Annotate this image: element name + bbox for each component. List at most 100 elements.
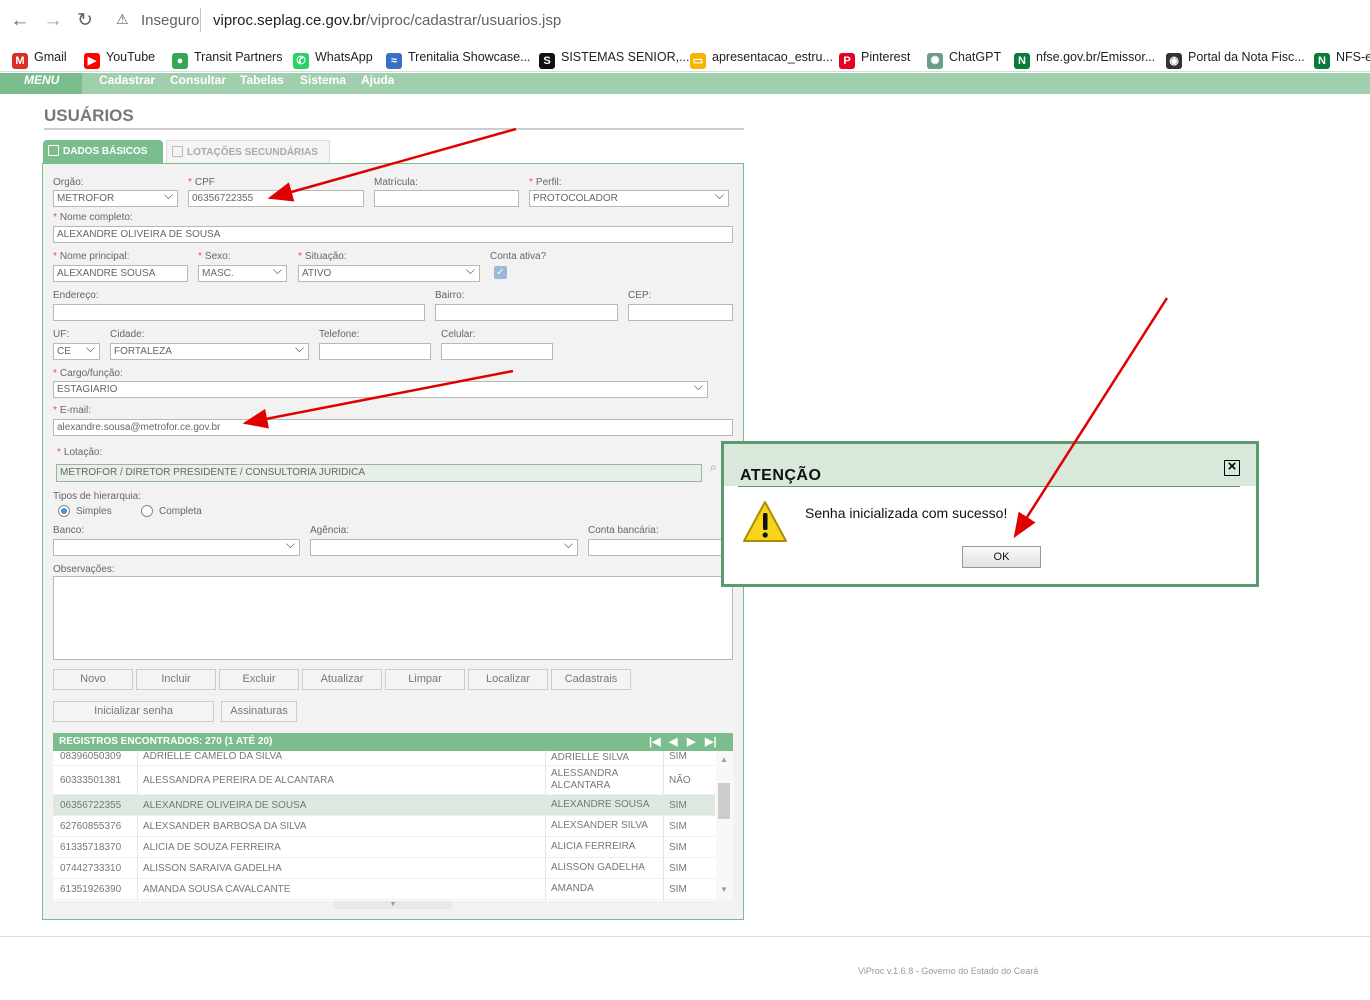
atualizar-button[interactable]: Atualizar (302, 669, 382, 690)
globe-icon: ◉ (1166, 53, 1182, 69)
menu-home[interactable]: MENU (0, 73, 82, 94)
email-field[interactable]: alexandre.sousa@metrofor.ce.gov.br (53, 419, 733, 436)
next-page-icon[interactable]: ▶ (687, 733, 695, 751)
cell-ativo: NÃO (669, 775, 691, 786)
scroll-down-icon[interactable]: ▼ (720, 885, 728, 894)
observacoes-label: Observações: (53, 564, 115, 575)
endereco-field[interactable] (53, 304, 425, 321)
limpar-button[interactable]: Limpar (385, 669, 465, 690)
bookmark-item[interactable]: ▭ apresentacao_estru... (690, 48, 833, 69)
bookmark-item[interactable]: S SISTEMAS SENIOR,... (539, 48, 690, 69)
menu-cadastrar[interactable]: Cadastrar (99, 73, 155, 88)
cep-field[interactable] (628, 304, 733, 321)
edit-icon (172, 146, 183, 157)
security-label[interactable]: Inseguro (141, 12, 199, 29)
agencia-select[interactable] (310, 539, 578, 556)
cadastrais-button[interactable]: Cadastrais (551, 669, 631, 690)
conta-ativa-checkbox[interactable]: ✓ (494, 266, 507, 279)
footer-text: ViProc v.1.6.8 - Governo do Estado do Ce… (858, 966, 1039, 976)
orgao-select[interactable]: METROFOR (53, 190, 178, 207)
warning-icon[interactable]: ⚠ (116, 11, 129, 28)
cpf-label-text: CPF (194, 177, 215, 188)
table-row[interactable]: 07442733310 ALISSON SARAIVA GADELHA ALISSO… (53, 858, 715, 879)
email-label: * E-mail: (53, 405, 92, 416)
inicializar-senha-button[interactable]: Inicializar senha (53, 701, 214, 722)
search-icon[interactable]: ⌕ (710, 460, 717, 475)
back-icon[interactable]: ← (9, 10, 31, 32)
first-page-icon[interactable]: |◀ (649, 733, 661, 751)
tab-label: LOTAÇÕES SECUNDÁRIAS (187, 147, 318, 158)
bookmark-item[interactable]: P Pinterest (839, 48, 910, 69)
table-row[interactable]: 06356722355 ALEXANDRE OLIVEIRA DE SOUSA AL… (53, 795, 715, 816)
scroll-thumb[interactable] (718, 783, 730, 819)
forward-icon[interactable]: → (42, 10, 64, 32)
bookmark-item[interactable]: ≈ Trenitalia Showcase... (386, 48, 531, 69)
tab-lotacoes-secundarias[interactable]: LOTAÇÕES SECUNDÁRIAS (166, 140, 330, 163)
menu-ajuda[interactable]: Ajuda (361, 73, 394, 88)
lotacao-field[interactable]: METROFOR / DIRETOR PRESIDENTE / CONSULTO… (56, 464, 702, 482)
bairro-field[interactable] (435, 304, 618, 321)
cpf-field[interactable]: 06356722355 (188, 190, 364, 207)
grid-scrollbar[interactable]: ▲ ▼ (716, 751, 733, 901)
menu-consultar[interactable]: Consultar (170, 73, 226, 88)
menu-tabelas[interactable]: Tabelas (240, 73, 284, 88)
conta-bancaria-field[interactable] (588, 539, 733, 556)
cidade-label: Cidade: (110, 329, 145, 340)
observacoes-textarea[interactable] (53, 576, 733, 660)
nome-principal-field[interactable]: ALEXANDRE SOUSA (53, 265, 188, 282)
bookmark-item[interactable]: ◉ Portal da Nota Fisc... (1166, 48, 1305, 69)
cidade-select[interactable]: FORTALEZA (110, 343, 309, 360)
nome-completo-field[interactable]: ALEXANDRE OLIVEIRA DE SOUSA (53, 226, 733, 243)
hierarquia-label: Tipos de hierarquia: (53, 491, 142, 502)
records-count: REGISTROS ENCONTRADOS: 270 (1 ATÉ 20) (59, 736, 273, 747)
situacao-select[interactable]: ATIVO (298, 265, 480, 282)
localizar-button[interactable]: Localizar (468, 669, 548, 690)
table-row[interactable]: 60333501381 ALESSANDRA PEREIRA DE ALCANTA… (53, 766, 715, 795)
whatsapp-icon: ✆ (293, 53, 309, 69)
banco-select[interactable] (53, 539, 300, 556)
assinaturas-button[interactable]: Assinaturas (221, 701, 297, 722)
prev-page-icon[interactable]: ◀ (669, 733, 677, 751)
cargo-select[interactable]: ESTAGIARIO (53, 381, 708, 398)
bookmark-item[interactable]: ✆ WhatsApp (293, 48, 373, 69)
bookmark-item[interactable]: M Gmail (12, 48, 67, 69)
perfil-select[interactable]: PROTOCOLADOR (529, 190, 729, 207)
sexo-select[interactable]: MASC. (198, 265, 287, 282)
telefone-field[interactable] (319, 343, 431, 360)
excluir-button[interactable]: Excluir (219, 669, 299, 690)
bookmark-item[interactable]: ✺ ChatGPT (927, 48, 1001, 69)
uf-select[interactable]: CE (53, 343, 100, 360)
novo-button[interactable]: Novo (53, 669, 133, 690)
table-row[interactable]: 62760855376 ALEXSANDER BARBOSA DA SILVA AL… (53, 816, 715, 837)
menu-sistema[interactable]: Sistema (300, 73, 346, 88)
table-row[interactable]: 61335718370 ALICIA DE SOUZA FERREIRA ALICI… (53, 837, 715, 858)
reload-icon[interactable]: ↻ (74, 10, 96, 32)
incluir-button[interactable]: Incluir (136, 669, 216, 690)
url-field[interactable]: viproc.seplag.ce.gov.br/viproc/cadastrar… (213, 12, 561, 29)
alert-dialog: ATENÇÃO × Senha inicializada com sucesso… (721, 441, 1259, 587)
hierarquia-completa-radio[interactable] (141, 505, 153, 517)
hierarquia-simples-radio[interactable] (58, 505, 70, 517)
last-page-icon[interactable]: ▶| (705, 733, 717, 751)
cell-ativo: SIM (669, 821, 687, 832)
bookmark-item[interactable]: N NFS-e (1314, 48, 1370, 69)
table-row[interactable]: 08396050309 ADRIELLE CAMELO DA SILVA ADRIE… (53, 751, 715, 766)
bookmark-item[interactable]: Nnfse.gov.br/Emissor... (1014, 48, 1155, 69)
bookmark-label: Transit Partners (194, 50, 283, 64)
bookmark-item[interactable]: ● Transit Partners (172, 48, 283, 69)
celular-field[interactable] (441, 343, 553, 360)
resize-handle-icon[interactable]: ▼ (334, 901, 452, 909)
bookmark-item[interactable]: ▶ YouTube (84, 48, 155, 69)
ok-button[interactable]: OK (962, 546, 1041, 568)
celular-label: Celular: (441, 329, 476, 340)
cell-ativo: SIM (669, 884, 687, 895)
endereco-label: Endereço: (53, 290, 99, 301)
orgao-label: Orgão: (53, 177, 84, 188)
tab-dados-basicos[interactable]: DADOS BÁSICOS (43, 140, 163, 163)
sexo-label: * Sexo: (198, 251, 231, 262)
table-row[interactable]: 61351926390 AMANDA SOUSA CAVALCANTE AMANDA… (53, 879, 715, 900)
bookmarks-bar: M Gmail ▶ YouTube ● Transit Partners ✆ WhatsApp… (0, 42, 1370, 72)
scroll-up-icon[interactable]: ▲ (720, 755, 728, 764)
close-icon[interactable]: × (1224, 459, 1240, 476)
matricula-field[interactable] (374, 190, 519, 207)
